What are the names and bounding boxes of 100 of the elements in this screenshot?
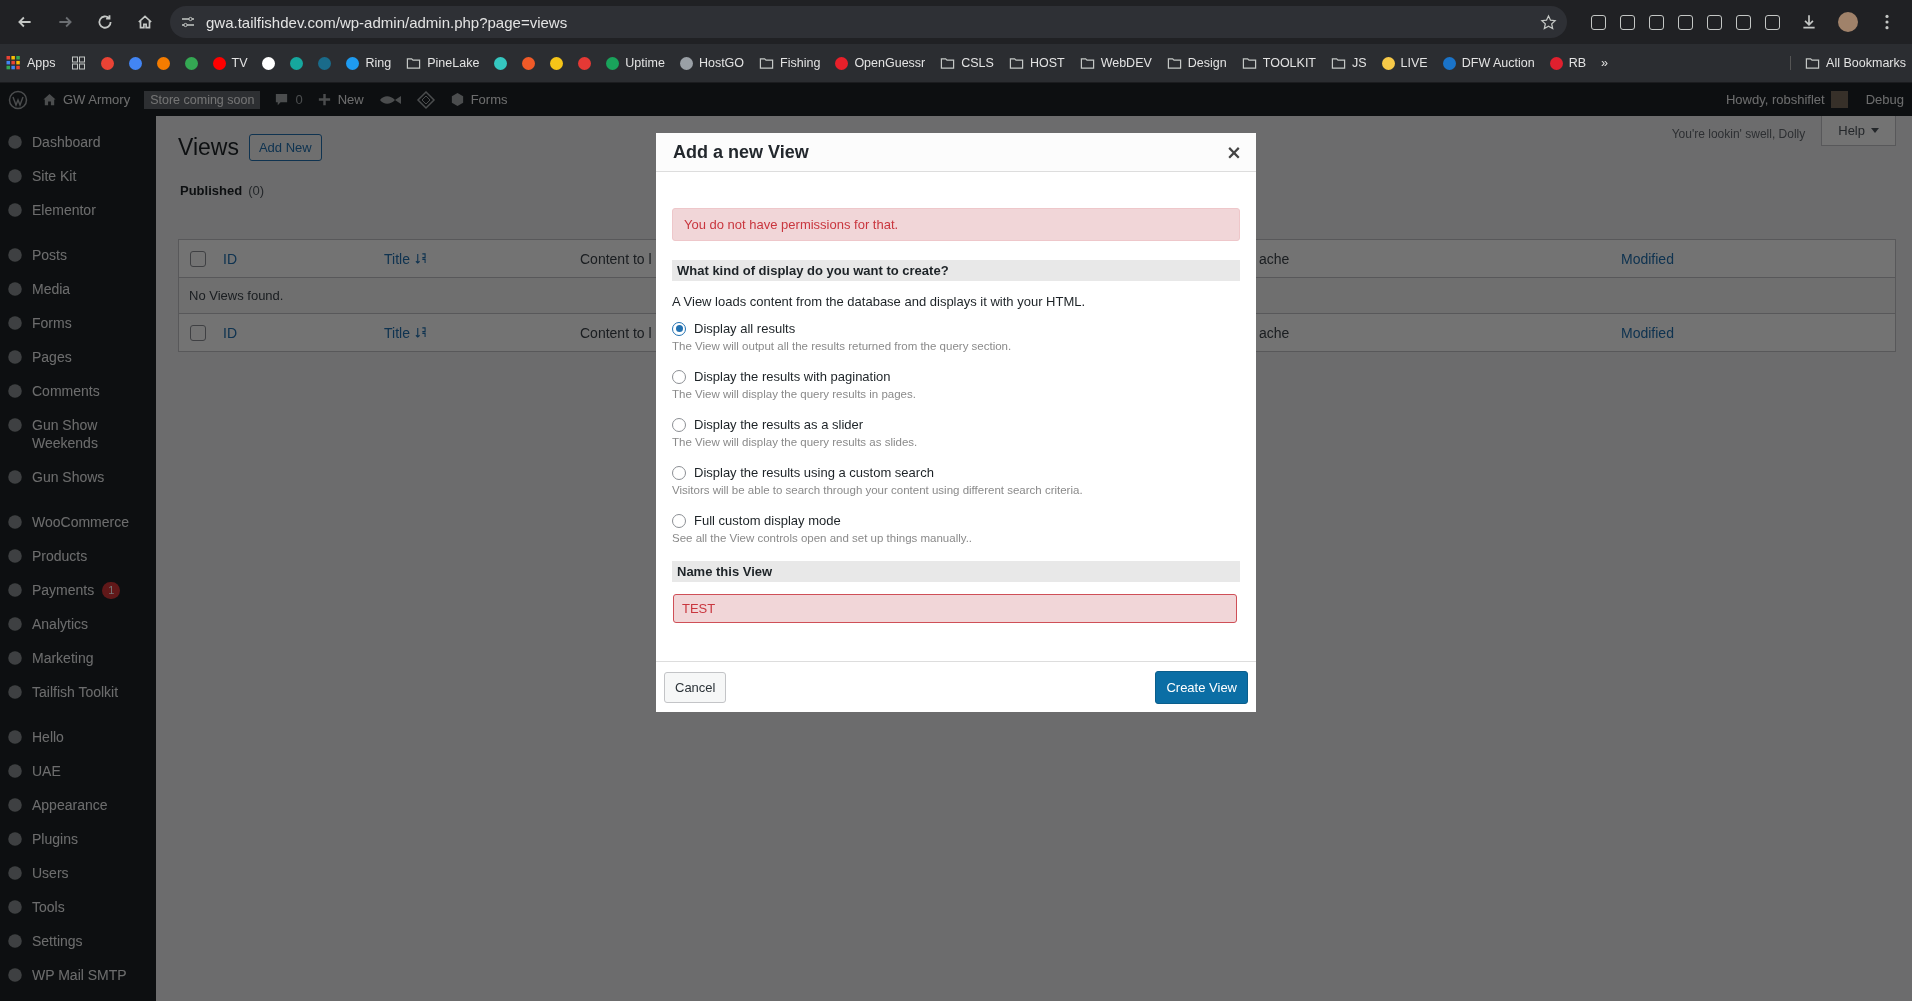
- menu-item[interactable]: Plugins: [0, 822, 156, 856]
- folder-icon: [759, 56, 775, 70]
- radio-button[interactable]: [672, 465, 686, 480]
- menu-item[interactable]: Marketing: [0, 641, 156, 675]
- bookmark[interactable]: OpenGuessr: [835, 56, 926, 70]
- intro-text: A View loads content from the database and displays it with your HTML.: [672, 294, 1087, 309]
- bookmark[interactable]: Uptime: [606, 56, 665, 70]
- bookmark[interactable]: Fishing: [759, 56, 821, 70]
- column-header[interactable]: Title: [384, 324, 426, 341]
- account-menu[interactable]: Howdy, robshiflet: [1725, 91, 1848, 108]
- column-header[interactable]: ID: [223, 324, 237, 341]
- bookmark-icon[interactable]: [494, 56, 508, 70]
- display-option[interactable]: Display all results: [672, 321, 1240, 336]
- menu-item[interactable]: WooCommerce: [0, 505, 156, 539]
- site-settings-icon[interactable]: [180, 14, 196, 30]
- comments-link[interactable]: 0: [274, 92, 303, 107]
- cancel-button[interactable]: Cancel: [664, 671, 727, 703]
- column-header: Content to l: [580, 250, 652, 267]
- display-option[interactable]: Display the results with pagination: [672, 369, 1240, 384]
- avatar[interactable]: [1838, 12, 1858, 32]
- option-description: The View will output all the results returned from the query section.: [672, 340, 1013, 352]
- bookmark[interactable]: »: [1601, 56, 1608, 70]
- add-new-button[interactable]: Add New: [248, 134, 322, 161]
- menu-item[interactable]: Users: [0, 856, 156, 890]
- menu-item[interactable]: Analytics: [0, 607, 156, 641]
- circle-icon: [6, 280, 24, 298]
- circle-icon: [6, 830, 24, 848]
- bookmark[interactable]: WebDEV: [1079, 56, 1152, 70]
- address-bar[interactable]: gwa.tailfishdev.com/wp-admin/admin.php?page=views: [170, 6, 1567, 38]
- menu-item[interactable]: Gun Shows: [0, 460, 156, 494]
- star-icon[interactable]: [1540, 13, 1557, 31]
- bookmark-icon[interactable]: [262, 56, 276, 70]
- bookmark[interactable]: RB: [1549, 56, 1587, 70]
- display-option[interactable]: Display the results using a custom search: [672, 465, 1240, 480]
- home-icon[interactable]: [136, 13, 154, 31]
- bookmark[interactable]: HostGO: [679, 56, 745, 70]
- menu-item[interactable]: Posts: [0, 238, 156, 272]
- menu-item[interactable]: Pages: [0, 340, 156, 374]
- menu-item[interactable]: WP Mail SMTP: [0, 958, 156, 992]
- circle-icon: [6, 416, 24, 434]
- download-icon[interactable]: [1800, 13, 1818, 31]
- column-header[interactable]: ID: [223, 250, 237, 267]
- bookmark[interactable]: JS: [1331, 56, 1367, 70]
- menu-item[interactable]: Dashboard: [0, 125, 156, 159]
- bookmark[interactable]: Design: [1166, 56, 1227, 70]
- hexagon-icon: [449, 92, 465, 107]
- menu-item[interactable]: Products: [0, 539, 156, 573]
- bookmark[interactable]: TV: [212, 56, 248, 70]
- circle-icon: [6, 348, 24, 366]
- menu-item[interactable]: Payments 1: [0, 573, 156, 607]
- menu-item[interactable]: Gun Show Weekends: [0, 408, 156, 460]
- column-header[interactable]: Title: [384, 250, 426, 267]
- menu-item[interactable]: Settings: [0, 924, 156, 958]
- help-tab[interactable]: Help: [1821, 116, 1896, 146]
- select-all-checkbox[interactable]: [190, 324, 206, 341]
- radio-button[interactable]: [672, 417, 686, 432]
- view-name-field[interactable]: TEST: [673, 594, 1237, 623]
- display-option[interactable]: Display the results as a slider: [672, 417, 1240, 432]
- new-content-link[interactable]: New: [316, 92, 364, 107]
- menu-item[interactable]: Site Kit: [0, 159, 156, 193]
- menu-item[interactable]: Tailfish Toolkit: [0, 675, 156, 709]
- create-view-button[interactable]: Create View: [1155, 670, 1248, 704]
- bookmark[interactable]: TOOLKIT: [1241, 56, 1316, 70]
- site-name-link[interactable]: GW Armory: [42, 92, 131, 107]
- menu-item[interactable]: Elementor: [0, 193, 156, 227]
- circle-icon: [6, 966, 24, 984]
- display-option[interactable]: Full custom display mode: [672, 513, 1240, 528]
- folder-icon: [1166, 56, 1182, 70]
- bookmark-icon[interactable]: [550, 56, 564, 70]
- menu-item[interactable]: Media: [0, 272, 156, 306]
- menu-item[interactable]: Comments: [0, 374, 156, 408]
- bookmark[interactable]: All Bookmarks: [1790, 56, 1906, 70]
- menu-item[interactable]: Appearance: [0, 788, 156, 822]
- forms-link[interactable]: Forms: [449, 92, 508, 107]
- circle-icon: [6, 932, 24, 950]
- published-filter[interactable]: Published: [180, 183, 243, 198]
- select-all-checkbox[interactable]: [190, 250, 206, 267]
- close-button[interactable]: ×: [1220, 139, 1248, 165]
- radio-button[interactable]: [672, 513, 686, 528]
- bookmark[interactable]: Apps: [6, 56, 56, 70]
- grid-icon[interactable]: [70, 56, 86, 70]
- store-status-badge: Store coming soon: [144, 90, 261, 109]
- bookmark[interactable]: PineLake: [406, 56, 480, 70]
- menu-item[interactable]: UAE: [0, 754, 156, 788]
- bookmark[interactable]: Ring: [346, 56, 392, 70]
- bookmark[interactable]: DFW Auction: [1442, 56, 1535, 70]
- bookmark[interactable]: HOST: [1008, 56, 1065, 70]
- bookmark[interactable]: LIVE: [1381, 56, 1428, 70]
- column-header[interactable]: Modified: [1621, 324, 1674, 341]
- column-header[interactable]: Modified: [1621, 250, 1674, 267]
- debug-link[interactable]: Debug: [1865, 92, 1904, 107]
- radio-button[interactable]: [672, 369, 686, 384]
- reload-icon[interactable]: [96, 13, 114, 31]
- error-message: You do not have permissions for that.: [672, 208, 1240, 241]
- bookmark[interactable]: CSLS: [940, 56, 994, 70]
- menu-item[interactable]: Tools: [0, 890, 156, 924]
- page-title: Views: [178, 134, 239, 161]
- menu-item[interactable]: Hello: [0, 720, 156, 754]
- radio-button[interactable]: [672, 321, 686, 336]
- menu-item[interactable]: Forms: [0, 306, 156, 340]
